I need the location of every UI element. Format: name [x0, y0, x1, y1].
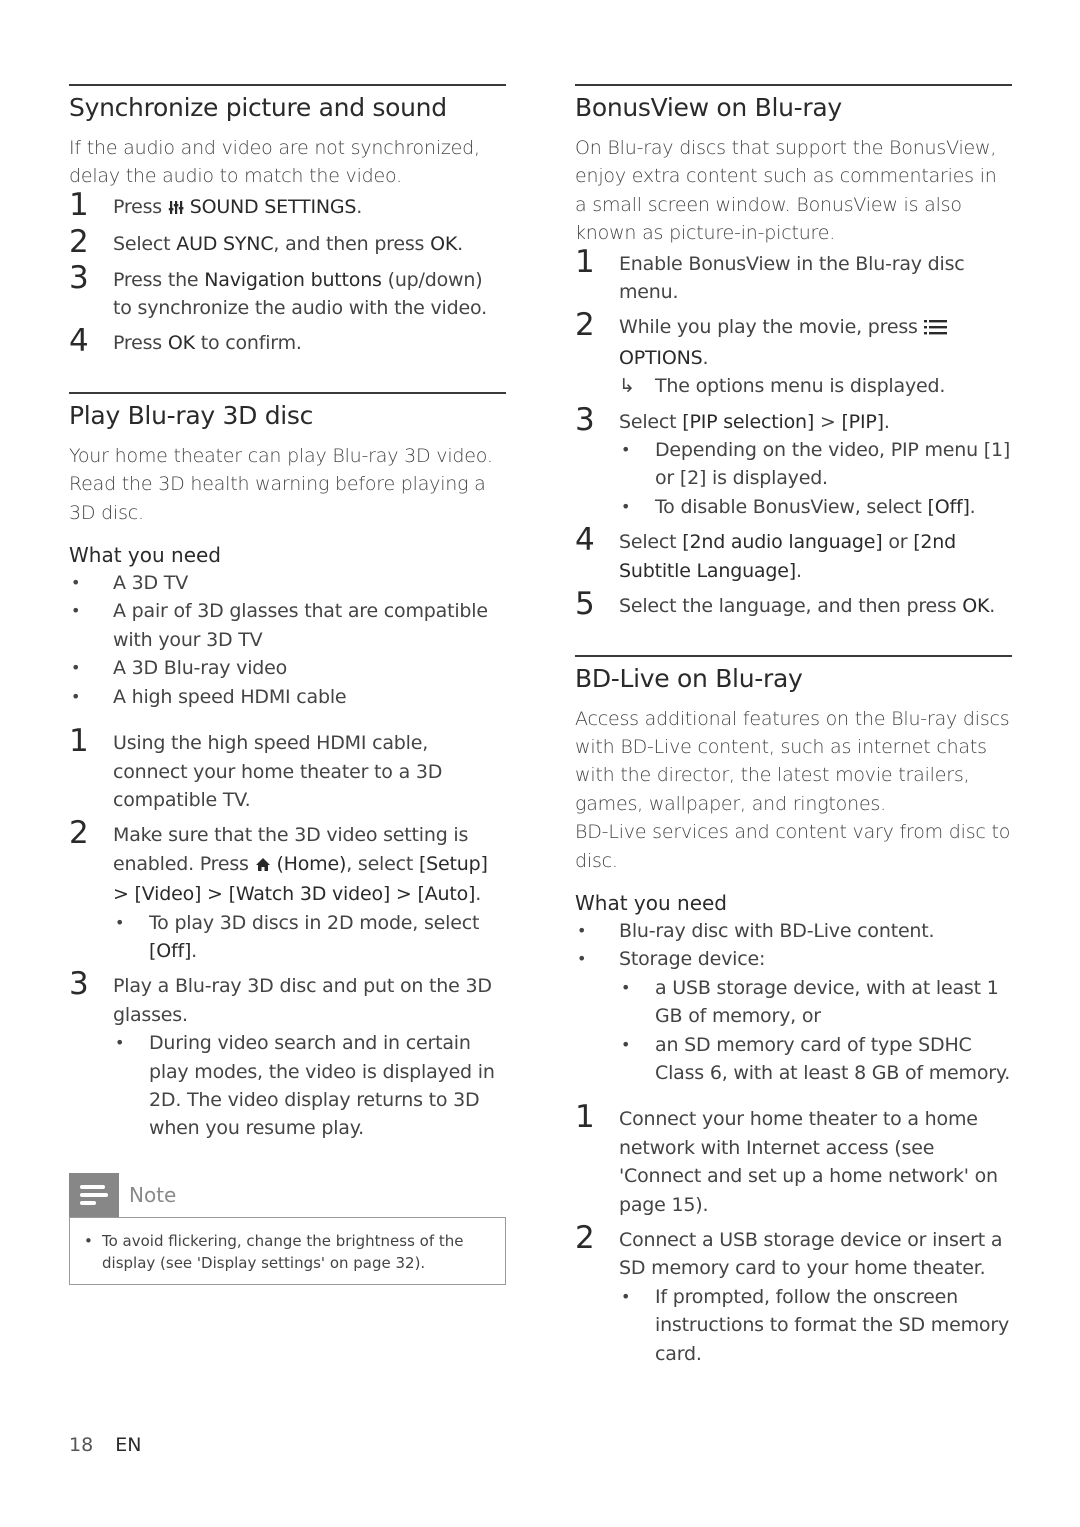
section-intro: Access additional features on the Blu-ra…	[575, 707, 1010, 815]
needs-list: A 3D TV A pair of 3D glasses that are co…	[69, 569, 506, 711]
step-number: 1	[69, 186, 89, 223]
left-column: Synchronize picture and sound If the aud…	[69, 84, 506, 1285]
needs-list: Blu-ray disc with BD-Live content. Stora…	[575, 917, 1012, 1087]
step-number: 1	[575, 1099, 595, 1136]
step-result: ↳ The options menu is displayed.	[619, 372, 1012, 400]
sub-list: If prompted, follow the onscreen instruc…	[619, 1283, 1012, 1368]
steps-list: 1 Enable BonusView in the Blu-ray disc m…	[575, 243, 1012, 623]
step: 5 Select the language, and then press OK…	[575, 586, 996, 623]
sub-list: To play 3D discs in 2D mode, select [Off…	[113, 909, 506, 966]
step-number: 2	[69, 815, 89, 852]
section-sync: Synchronize picture and sound If the aud…	[69, 84, 506, 358]
list-item: A high speed HDMI cable	[69, 683, 506, 712]
section-play-3d: Play Blu-ray 3D disc Your home theater c…	[69, 391, 506, 1143]
sub-list: Depending on the video, PIP menu [1] or …	[619, 436, 1012, 522]
sub-list: a USB storage device, with at least 1 GB…	[619, 974, 1012, 1088]
section-title: Play Blu-ray 3D disc	[69, 400, 314, 430]
step: 2 Connect a USB storage device or insert…	[575, 1221, 1012, 1368]
section-intro: On Blu-ray discs that support the BonusV…	[575, 137, 997, 245]
step: 4 Select [2nd audio language] or [2nd Su…	[575, 522, 957, 582]
step-number: 3	[575, 401, 595, 438]
section-bonusview: BonusView on Blu-ray On Blu-ray discs th…	[575, 84, 1012, 621]
list-item: To play 3D discs in 2D mode, select [Off…	[113, 909, 506, 966]
step-number: 4	[69, 323, 89, 360]
list-item: During video search and in certain play …	[113, 1029, 506, 1143]
list-item: an SD memory card of type SDHC Class 6, …	[619, 1031, 1012, 1088]
step: 2 While you play the movie, press OPTION…	[575, 308, 1012, 400]
step: 1 Press SOUND SETTINGS.	[69, 186, 363, 223]
step: 1 Using the high speed HDMI cable, conne…	[69, 723, 443, 811]
result-arrow-icon: ↳	[619, 375, 635, 398]
section-intro-2: BD-Live services and content vary from d…	[575, 821, 1011, 872]
steps-list: 1 Connect your home theater to a home ne…	[575, 1099, 1012, 1368]
list-item: A 3D Blu-ray video	[69, 654, 506, 683]
right-column: BonusView on Blu-ray On Blu-ray discs th…	[575, 84, 1012, 1375]
sound-settings-icon	[168, 195, 184, 223]
list-item: Storage device: a USB storage device, wi…	[575, 945, 1012, 1087]
step: 1 Connect your home theater to a home ne…	[575, 1099, 998, 1216]
step-number: 5	[575, 586, 595, 623]
list-item: Blu-ray disc with BD-Live content.	[575, 917, 1012, 946]
options-icon	[923, 315, 948, 343]
list-item: Depending on the video, PIP menu [1] or …	[619, 436, 1012, 493]
section-title: BonusView on Blu-ray	[575, 93, 842, 122]
step-number: 3	[69, 259, 89, 296]
step: 3 Play a Blu-ray 3D disc and put on the …	[69, 967, 506, 1143]
step: 4 Press OK to confirm.	[69, 323, 302, 360]
page-footer: 18 EN	[69, 1434, 141, 1456]
section-title: Synchronize picture and sound	[69, 93, 447, 122]
note-icon	[69, 1172, 119, 1217]
step-number: 2	[575, 307, 595, 344]
steps-list: 1 Press SOUND SETTINGS. 2 Select AUD SYN…	[69, 186, 506, 360]
step: 1 Enable BonusView in the Blu-ray disc m…	[575, 243, 965, 304]
section-bd-live: BD-Live on Blu-ray Access additional fea…	[575, 654, 1012, 1369]
page-number: 18	[69, 1434, 94, 1456]
step: 3 Press the Navigation buttons (up/down)…	[69, 259, 487, 320]
step-number: 3	[69, 966, 89, 1003]
home-icon	[255, 852, 271, 880]
note-box: Note To avoid flickering, change the bri…	[69, 1172, 506, 1285]
step-number: 1	[575, 243, 595, 280]
sub-list: During video search and in certain play …	[113, 1029, 506, 1143]
language-code: EN	[115, 1434, 142, 1456]
step: 3 Select [PIP selection] > [PIP]. Depend…	[575, 403, 1012, 522]
list-item: A pair of 3D glasses that are compatible…	[69, 597, 506, 654]
steps-list: 1 Using the high speed HDMI cable, conne…	[69, 723, 506, 1143]
step-number: 4	[575, 522, 595, 559]
what-you-need-title: What you need	[575, 890, 727, 915]
list-item: If prompted, follow the onscreen instruc…	[619, 1283, 1012, 1368]
step-number: 2	[69, 224, 89, 261]
note-label: Note	[129, 1182, 177, 1207]
list-item: a USB storage device, with at least 1 GB…	[619, 974, 1012, 1031]
section-intro: If the audio and video are not synchroni…	[69, 137, 480, 188]
section-title: BD-Live on Blu-ray	[575, 663, 803, 693]
section-intro: Your home theater can play Blu-ray 3D vi…	[69, 444, 493, 524]
step-number: 2	[575, 1220, 595, 1256]
list-item: A 3D TV	[69, 569, 506, 598]
step: 2 Make sure that the 3D video setting is…	[69, 816, 506, 966]
step: 2 Select AUD SYNC, and then press OK.	[69, 224, 463, 261]
list-item: To disable BonusView, select [Off].	[619, 493, 1012, 522]
note-item: To avoid flickering, change the brightne…	[82, 1230, 493, 1274]
what-you-need-title: What you need	[69, 543, 221, 568]
step-number: 1	[69, 723, 89, 760]
